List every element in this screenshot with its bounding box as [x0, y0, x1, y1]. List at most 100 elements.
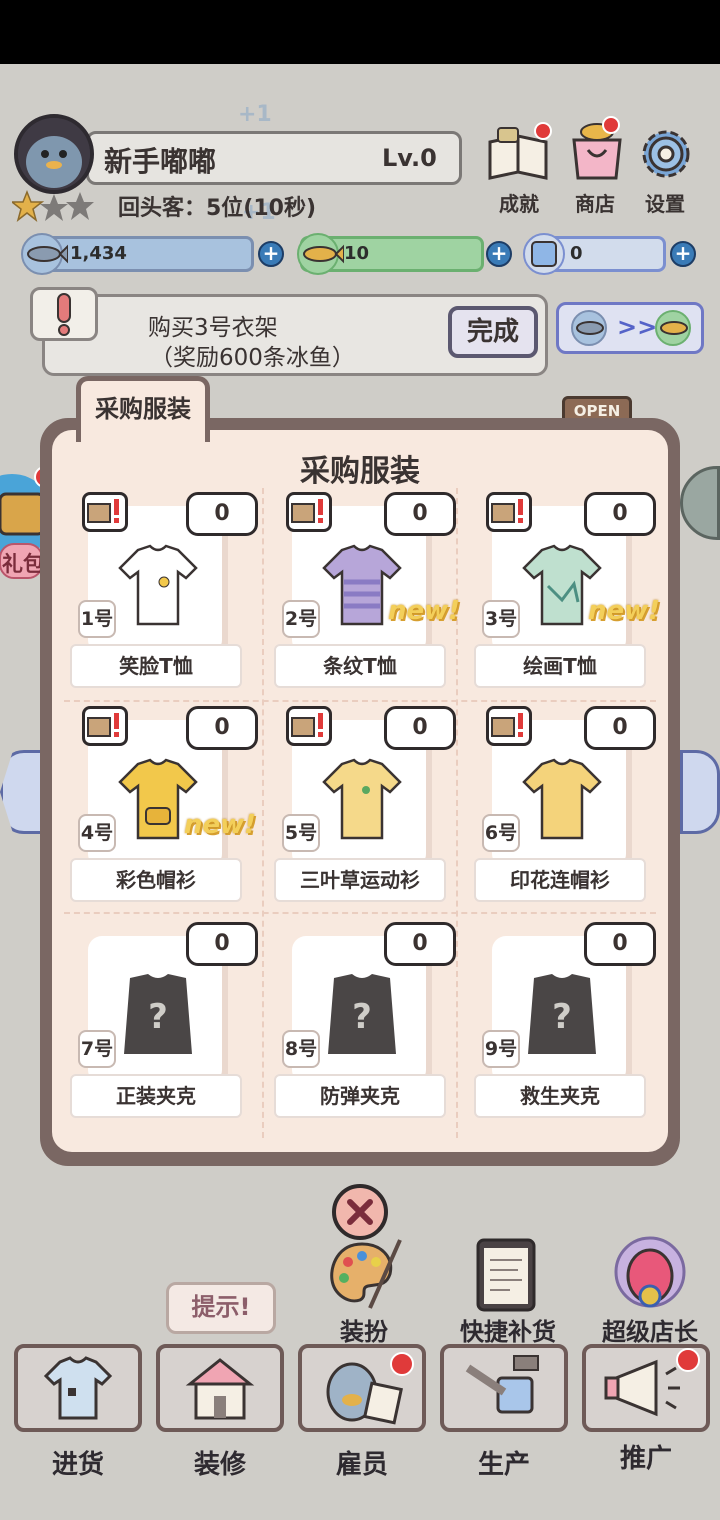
item-count: 0: [384, 706, 456, 750]
purchase-box-icon[interactable]: [286, 492, 332, 532]
locked-jacket-icon: ?: [124, 974, 192, 1054]
hint-button[interactable]: 提示!: [166, 1282, 276, 1334]
item-number-badge: 6号: [482, 814, 520, 852]
svg-text:?: ?: [148, 997, 168, 1037]
svg-text:?: ?: [352, 997, 372, 1037]
grid-divider: [64, 912, 656, 914]
new-tag: new!: [388, 596, 461, 626]
ice-cube-icon: [522, 232, 568, 280]
new-tag: new!: [588, 596, 661, 626]
returning-customers: 回头客：5位(10秒): [118, 196, 317, 221]
clipboard-icon: [476, 1238, 536, 1312]
player-avatar[interactable]: [14, 114, 94, 194]
production-icon: [465, 1355, 539, 1414]
task-reward: （奖励600条冰鱼）: [150, 345, 355, 371]
task-description: 购买3号衣架: [148, 315, 278, 341]
nav-production-label: 生产: [477, 1450, 530, 1480]
clothing-name-label: 防弹夹克: [274, 1074, 446, 1118]
achievement-notify-dot: [534, 122, 552, 140]
ice-cube-value: 0: [570, 243, 583, 264]
gold-fish-value: 10: [344, 243, 370, 264]
gold-fish-add-button[interactable]: +: [486, 241, 512, 267]
nav-decorate-label: 装修: [193, 1450, 246, 1480]
item-count: 0: [186, 492, 258, 536]
side-circle-button[interactable]: [680, 466, 720, 540]
clothing-name-label: 彩色帽衫: [70, 858, 242, 902]
player-level: Lv.0: [382, 144, 437, 172]
item-number-badge: 5号: [282, 814, 320, 852]
quick-restock-label: 快捷补货: [460, 1318, 556, 1346]
item-count: 0: [384, 922, 456, 966]
star-icon-empty: [40, 194, 68, 221]
clothing-name-label: 三叶草运动衫: [274, 858, 446, 902]
clothing-name-label: 条纹T恤: [274, 644, 446, 688]
achievement-label: 成就: [499, 192, 539, 216]
grid-divider: [456, 488, 458, 1138]
item-number-badge: 3号: [482, 600, 520, 638]
palette-icon: [330, 1239, 402, 1309]
hoodie-icon: [322, 758, 402, 840]
nav-promotion-label: 推广: [619, 1444, 672, 1474]
locked-jacket-icon: ?: [328, 974, 396, 1054]
purchase-box-icon[interactable]: [286, 706, 332, 746]
clothing-name-label: 印花连帽衫: [474, 858, 646, 902]
nav-purchase-label: 进货: [51, 1450, 104, 1480]
house-icon: [185, 1358, 255, 1420]
close-icon: [332, 1184, 388, 1240]
star-icon-filled: [9, 189, 45, 222]
clothing-name-label: 救生夹克: [474, 1074, 646, 1118]
gold-fish-icon: [296, 232, 345, 280]
star-icon-empty: [66, 192, 94, 220]
clothing-name-label: 绘画T恤: [474, 644, 646, 688]
shop-label: 商店: [575, 192, 615, 216]
settings-label: 设置: [645, 192, 685, 216]
super-manager-button[interactable]: [612, 1232, 688, 1312]
new-tag: new!: [184, 810, 257, 840]
grid-divider: [262, 488, 264, 1138]
task-complete-button[interactable]: 完成: [448, 306, 538, 358]
item-count: 0: [384, 492, 456, 536]
dress-up-label: 装扮: [340, 1318, 388, 1346]
ice-cube-add-button[interactable]: +: [670, 241, 696, 267]
item-number-badge: 7号: [78, 1030, 116, 1068]
tab-purchase-clothing[interactable]: 采购服装: [76, 376, 210, 442]
gift-pack-label: 礼包: [2, 552, 44, 576]
shop-notify-dot: [602, 116, 620, 134]
super-manager-label: 超级店长: [602, 1318, 698, 1346]
item-number-badge: 2号: [282, 600, 320, 638]
right-arrow-button[interactable]: [680, 750, 720, 834]
grid-divider: [64, 700, 656, 702]
item-number-badge: 8号: [282, 1030, 320, 1068]
locked-jacket-icon: ?: [528, 974, 596, 1054]
dress-up-button[interactable]: [326, 1236, 402, 1312]
clothing-name-label: 笑脸T恤: [70, 644, 242, 688]
nav-production-button[interactable]: [440, 1344, 568, 1432]
float-plus-1: +1: [238, 102, 272, 127]
left-arrow-button[interactable]: [0, 750, 44, 834]
exclamation-icon: [30, 287, 98, 341]
purchase-box-icon[interactable]: [82, 492, 128, 532]
nav-decorate-button[interactable]: [156, 1344, 284, 1432]
item-count: 0: [186, 922, 258, 966]
settings-button[interactable]: [636, 124, 696, 186]
nav-employee-label: 雇员: [335, 1450, 388, 1480]
gear-icon: [642, 130, 690, 178]
employee-notify-dot: [390, 1352, 414, 1376]
item-number-badge: 4号: [78, 814, 116, 852]
modal-title: 采购服装: [300, 454, 420, 489]
purchase-box-icon[interactable]: [486, 492, 532, 532]
quick-restock-button[interactable]: [474, 1236, 538, 1312]
blue-fish-add-button[interactable]: +: [258, 241, 284, 267]
svg-text:?: ?: [552, 997, 572, 1037]
purchase-box-icon[interactable]: [82, 706, 128, 746]
fish-exchange-button[interactable]: >>: [556, 302, 704, 354]
item-number-badge: 9号: [482, 1030, 520, 1068]
tshirt-icon: [43, 1356, 113, 1420]
item-count: 0: [584, 706, 656, 750]
nav-purchase-button[interactable]: [14, 1344, 142, 1432]
player-name: 新手嘟嘟: [104, 145, 217, 178]
close-modal-button[interactable]: [330, 1182, 390, 1242]
exchange-arrows: >>: [617, 313, 658, 341]
purchase-box-icon[interactable]: [486, 706, 532, 746]
item-number-badge: 1号: [78, 600, 116, 638]
